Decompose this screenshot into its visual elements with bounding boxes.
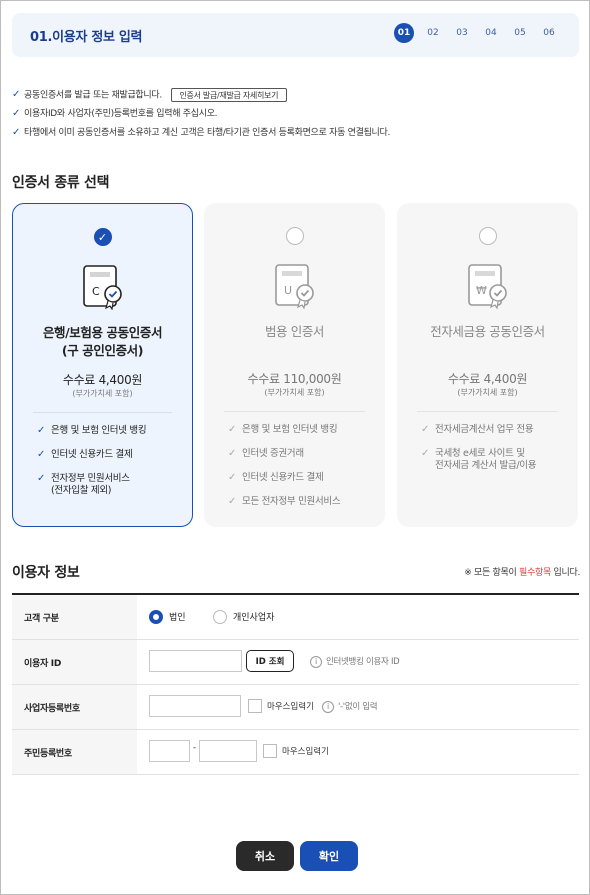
notice-item: ✓ 공동인증서를 발급 또는 재발급합니다. 인증서 발급/재발급 자세히보기 [12,88,390,107]
step-2: 02 [427,28,439,38]
page-title: 01.이용자 정보 입력 [30,30,143,45]
confirm-button[interactable]: 확인 [300,841,358,871]
customer-type-label: 고객 구분 [12,595,137,639]
cert-card-tax[interactable]: ₩ 전자세금용 공동인증서 수수료 4,400원 (부가가치세 포함) 전자세금… [397,203,578,527]
biz-mouse-input-label[interactable]: 마우스입력기 [267,700,314,712]
user-section-title: 이용자 정보 [12,565,80,581]
cert-vat: (부가가치세 포함) [72,389,133,398]
certificate-c-icon: C [82,265,122,310]
cert-card-bank[interactable]: ✓ C 은행/보험용 공동인증서 (구 공인인증서) 수수료 4,400원 (부… [12,203,193,527]
resident-mouse-input-checkbox[interactable] [263,744,277,758]
feature-list: 은행 및 보험 인터넷 뱅킹 인터넷 신용카드 결제 전자정부 민원서비스 (전… [37,425,182,509]
check-icon: ✓ [12,89,21,100]
feature-item: 전자세금계산서 업무 전용 [421,424,568,436]
biz-number-hint-text: '-'없이 입력 [338,702,378,712]
cert-vat: (부가가치세 포함) [264,388,325,397]
check-icon: ✓ [12,127,21,138]
feature-item: 국세청 e세로 사이트 및 전자세금 계산서 발급/이용 [421,448,568,472]
cert-name-line1: 전자세금용 공동인증서 [430,324,545,339]
resident-back-input[interactable] [199,740,257,762]
user-id-hint: i 인터넷뱅킹 이용자 ID [310,655,400,668]
cert-fee: 수수료 110,000원 [247,372,342,386]
cert-name-line2: (구 공인인증서) [61,343,144,358]
row-biz-number: 사업자등록번호 마우스입력기 i '-'없이 입력 [12,685,579,730]
card-divider [33,412,172,413]
cert-name: 전자세금용 공동인증서 [397,323,578,341]
radio-individual-business-label[interactable]: 개인사업자 [233,610,274,623]
info-icon: i [310,655,322,668]
cert-name-line1: 범용 인증서 [264,324,325,339]
resident-mouse-input-label[interactable]: 마우스입력기 [282,745,329,757]
cert-letter: C [92,285,100,298]
user-id-hint-text: 인터넷뱅킹 이용자 ID [326,657,400,667]
step-5: 05 [514,28,526,38]
resident-number-label: 주민등록번호 [12,730,137,774]
cert-card-general[interactable]: U 범용 인증서 수수료 110,000원 (부가가치세 포함) 은행 및 보험… [204,203,385,527]
step-1: 01 [394,23,414,43]
step-header: 01.이용자 정보 입력 01 02 03 04 05 06 [12,13,579,57]
cert-fee: 수수료 4,400원 [62,373,143,387]
notice-text: 공동인증서를 발급 또는 재발급합니다. [24,90,162,101]
cert-section-title: 인증서 종류 선택 [12,175,110,191]
feature-item: 전자정부 민원서비스 (전자입찰 제외) [37,473,182,497]
radio-corporate-label[interactable]: 법인 [169,610,186,623]
step-6: 06 [543,28,555,38]
notice-item: ✓ 이용자ID와 사업자(주민)등록번호를 입력해 주십시오. [12,107,390,126]
row-customer-type: 고객 구분 법인 개인사업자 [12,595,579,640]
step-3: 03 [456,28,468,38]
biz-number-hint: i '-'없이 입력 [322,700,378,713]
resident-separator: - [193,743,196,753]
info-icon: i [322,700,334,713]
cancel-button[interactable]: 취소 [236,841,294,871]
feature-item: 모든 전자정부 민원서비스 [228,496,375,508]
radio-individual-business[interactable] [213,610,227,624]
cert-letter: U [284,284,292,297]
required-note-highlight: 필수항목 [519,568,551,578]
user-id-input[interactable] [149,650,242,672]
certificate-won-icon: ₩ [467,264,507,309]
notice-list: ✓ 공동인증서를 발급 또는 재발급합니다. 인증서 발급/재발급 자세히보기 … [12,88,390,145]
notice-text: 이용자ID와 사업자(주민)등록번호를 입력해 주십시오. [24,109,218,119]
feature-list: 은행 및 보험 인터넷 뱅킹 인터넷 증권거래 인터넷 신용카드 결제 모든 전… [228,424,375,520]
feature-item: 은행 및 보험 인터넷 뱅킹 [228,424,375,436]
selected-check-icon[interactable]: ✓ [93,228,112,246]
card-divider [417,411,558,412]
feature-item: 인터넷 증권거래 [228,448,375,460]
feature-list: 전자세금계산서 업무 전용 국세청 e세로 사이트 및 전자세금 계산서 발급/… [421,424,568,484]
cert-detail-button[interactable]: 인증서 발급/재발급 자세히보기 [170,88,288,102]
feature-item: 인터넷 신용카드 결제 [228,472,375,484]
user-id-label: 이용자 ID [12,640,137,684]
required-note: ※ 모든 항목이 필수항목 입니다. [464,565,580,578]
biz-number-input[interactable] [149,695,241,717]
biz-number-label: 사업자등록번호 [12,685,137,729]
notice-text: 타행에서 이미 공동인증서를 소유하고 계신 고객은 타행/타기관 인증서 등록… [24,128,391,138]
cert-letter: ₩ [476,284,487,297]
card-radio[interactable] [478,227,497,245]
id-check-button[interactable]: ID 조회 [246,650,294,672]
step-indicator: 01 02 03 04 05 06 [394,23,559,43]
row-resident-number: 주민등록번호 - 마우스입력기 [12,730,579,775]
biz-mouse-input-checkbox[interactable] [248,699,262,713]
cert-name: 범용 인증서 [204,323,385,341]
cert-name-line1: 은행/보험용 공동인증서 [42,325,163,340]
resident-front-input[interactable] [149,740,190,762]
step-4: 04 [485,28,497,38]
cert-name: 은행/보험용 공동인증서 (구 공인인증서) [13,324,192,360]
row-user-id: 이용자 ID ID 조회 i 인터넷뱅킹 이용자 ID [12,640,579,685]
card-divider [224,411,365,412]
feature-item: 은행 및 보험 인터넷 뱅킹 [37,425,182,437]
feature-item: 인터넷 신용카드 결제 [37,449,182,461]
cert-fee: 수수료 4,400원 [447,372,528,386]
required-note-suffix: 입니다. [550,568,580,578]
cert-vat: (부가가치세 포함) [457,388,518,397]
required-note-prefix: ※ 모든 항목이 [464,568,520,578]
radio-corporate[interactable] [149,610,163,624]
certificate-u-icon: U [274,264,314,309]
notice-item: ✓ 타행에서 이미 공동인증서를 소유하고 계신 고객은 타행/타기관 인증서 … [12,126,390,145]
check-icon: ✓ [12,108,21,119]
card-radio[interactable] [285,227,304,245]
